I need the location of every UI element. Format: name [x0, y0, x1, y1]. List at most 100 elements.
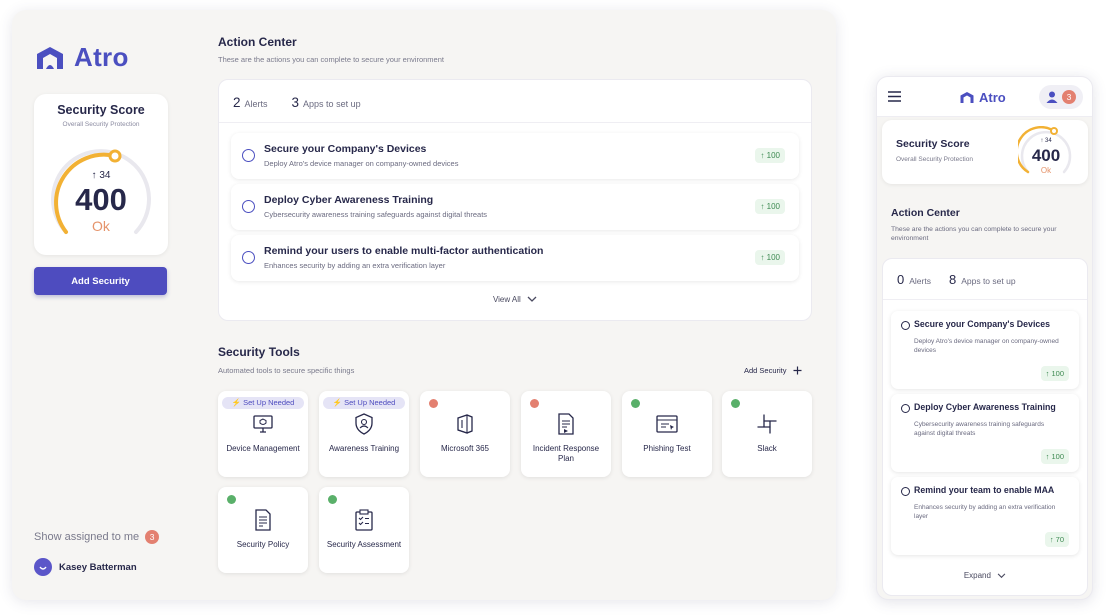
- mobile-header: Atro 3: [877, 77, 1092, 117]
- atro-logo-icon: [37, 46, 63, 69]
- divider: [219, 122, 811, 123]
- user-name: Kasey Batterman: [59, 561, 137, 573]
- action-item[interactable]: Secure your Company's Devices Deploy Atr…: [231, 133, 799, 179]
- action-desc: Cybersecurity awareness training safegua…: [264, 210, 488, 219]
- points-badge: ↑ 100: [1040, 366, 1069, 381]
- action-title: Deploy Cyber Awareness Training: [264, 194, 434, 206]
- atro-logo[interactable]: Atro: [34, 42, 129, 73]
- setup-needed-badge: ⚡ Set Up Needed: [323, 397, 405, 409]
- atro-logo-icon: [960, 92, 974, 103]
- tool-label: Awareness Training: [328, 444, 400, 453]
- tab-apps-to-set-up[interactable]: 8 Apps to set up: [949, 271, 1016, 289]
- score-delta: ↑ 34: [91, 170, 111, 181]
- logo-text: Atro: [74, 42, 129, 72]
- plus-icon: [793, 366, 802, 375]
- device-icon: [253, 415, 273, 433]
- score-status: Ok: [1040, 166, 1052, 175]
- expand-link[interactable]: Expand: [883, 571, 1087, 580]
- ok-status-dot: [328, 495, 337, 504]
- points-badge: ↑ 100: [755, 250, 785, 265]
- ok-status-dot: [227, 495, 236, 504]
- mobile-security-score-card[interactable]: Security Score Overall Security Protecti…: [882, 120, 1088, 184]
- action-title: Remind your team to enable MAA: [914, 485, 1055, 495]
- radio-button[interactable]: [901, 321, 910, 330]
- tool-label: Incident Response Plan: [532, 444, 600, 463]
- tool-label: Phishing Test: [643, 444, 691, 453]
- tool-card-phishing-test[interactable]: Phishing Test: [622, 391, 712, 477]
- desktop-dashboard: Atro Security Score Overall Security Pro…: [12, 10, 836, 600]
- assigned-label: Show assigned to me: [34, 531, 140, 543]
- score-title: Security Score: [896, 138, 970, 150]
- radio-button[interactable]: [242, 149, 255, 162]
- action-title: Secure your Company's Devices: [914, 319, 1051, 329]
- user-menu-button[interactable]: 3: [1039, 85, 1083, 109]
- action-item[interactable]: Secure your Company's Devices Deploy Atr…: [891, 311, 1079, 389]
- alert-status-dot: [530, 399, 539, 408]
- radio-button[interactable]: [242, 200, 255, 213]
- add-security-button[interactable]: Add Security: [34, 267, 167, 295]
- add-security-link[interactable]: Add Security: [744, 366, 802, 375]
- show-assigned-toggle[interactable]: Show assigned to me 3: [34, 530, 160, 544]
- policy-icon: [255, 509, 271, 531]
- mobile-dashboard: Atro 3 Security Score Overall Security P…: [876, 76, 1093, 600]
- action-center-subtitle: These are the actions you can complete t…: [218, 55, 444, 64]
- tool-card-security-assessment[interactable]: Security Assessment: [319, 487, 409, 573]
- arrow-up-icon: ↑: [91, 170, 97, 181]
- tool-label: Slack: [757, 444, 777, 453]
- tool-card-microsoft-365[interactable]: Microsoft 365: [420, 391, 510, 477]
- divider: [883, 299, 1087, 300]
- action-center-tabs: 2 Alerts 3 Apps to set up: [233, 94, 361, 112]
- action-title: Secure your Company's Devices: [264, 143, 427, 155]
- action-title: Deploy Cyber Awareness Training: [914, 402, 1056, 412]
- tool-label: Microsoft 365: [440, 444, 490, 453]
- points-badge: ↑ 100: [755, 199, 785, 214]
- radio-button[interactable]: [901, 487, 910, 496]
- security-score-card[interactable]: Security Score Overall Security Protecti…: [34, 94, 168, 255]
- setup-needed-badge: ⚡ Set Up Needed: [222, 397, 304, 409]
- action-desc: Deploy Atro's device manager on company-…: [264, 159, 459, 168]
- action-item[interactable]: Remind your team to enable MAA Enhances …: [891, 477, 1079, 555]
- ok-status-dot: [731, 399, 740, 408]
- score-subtitle: Overall Security Protection: [62, 121, 140, 128]
- office-icon: [457, 414, 473, 434]
- browser-icon: [656, 415, 678, 433]
- menu-icon[interactable]: [888, 91, 901, 102]
- points-badge: ↑ 100: [1040, 449, 1069, 464]
- points-badge: ↑ 70: [1044, 532, 1069, 547]
- chevron-down-icon: [527, 296, 537, 303]
- action-desc: Cybersecurity awareness training safegua…: [914, 421, 1045, 437]
- score-value: 400: [75, 182, 127, 217]
- tab-alerts[interactable]: 0 Alerts: [897, 271, 931, 289]
- view-all-link[interactable]: View All: [219, 295, 811, 304]
- score-title: Security Score: [57, 103, 145, 117]
- score-delta: ↑ 34: [1040, 138, 1052, 144]
- action-item[interactable]: Deploy Cyber Awareness Training Cybersec…: [231, 184, 799, 230]
- tool-card-security-policy[interactable]: Security Policy: [218, 487, 308, 573]
- tool-card-device-management[interactable]: ⚡ Set Up Needed Device Management: [218, 391, 308, 477]
- score-status: Ok: [92, 218, 110, 234]
- user-icon: [1046, 91, 1058, 103]
- user-profile[interactable]: Kasey Batterman: [34, 558, 137, 576]
- tool-label: Security Policy: [236, 540, 290, 549]
- tab-apps-to-set-up[interactable]: 3 Apps to set up: [292, 94, 361, 112]
- shield-user-icon: [355, 413, 373, 435]
- tool-card-slack[interactable]: Slack: [722, 391, 812, 477]
- tool-card-awareness-training[interactable]: ⚡ Set Up Needed Awareness Training: [319, 391, 409, 477]
- action-center-title: Action Center: [891, 207, 960, 219]
- chevron-down-icon: [997, 573, 1006, 578]
- radio-button[interactable]: [901, 404, 910, 413]
- atro-logo[interactable]: Atro: [959, 90, 1006, 105]
- radio-button[interactable]: [242, 251, 255, 264]
- tool-card-incident-response-plan[interactable]: Incident Response Plan: [521, 391, 611, 477]
- document-icon: [558, 413, 574, 435]
- assigned-count-badge: 3: [145, 530, 160, 544]
- mobile-action-center-panel: 0 Alerts 8 Apps to set up Secure your Comp…: [882, 258, 1088, 596]
- tool-label: Security Assessment: [326, 540, 402, 549]
- action-center-panel: 2 Alerts 3 Apps to set up Secure your Comp…: [218, 79, 812, 321]
- slack-icon: [757, 414, 777, 434]
- action-center-tabs: 0 Alerts 8 Apps to set up: [897, 271, 1016, 289]
- action-item[interactable]: Deploy Cyber Awareness Training Cybersec…: [891, 394, 1079, 472]
- action-center-subtitle: These are the actions you can complete t…: [891, 226, 1057, 242]
- action-item[interactable]: Remind your users to enable multi-factor…: [231, 235, 799, 281]
- tab-alerts[interactable]: 2 Alerts: [233, 94, 268, 112]
